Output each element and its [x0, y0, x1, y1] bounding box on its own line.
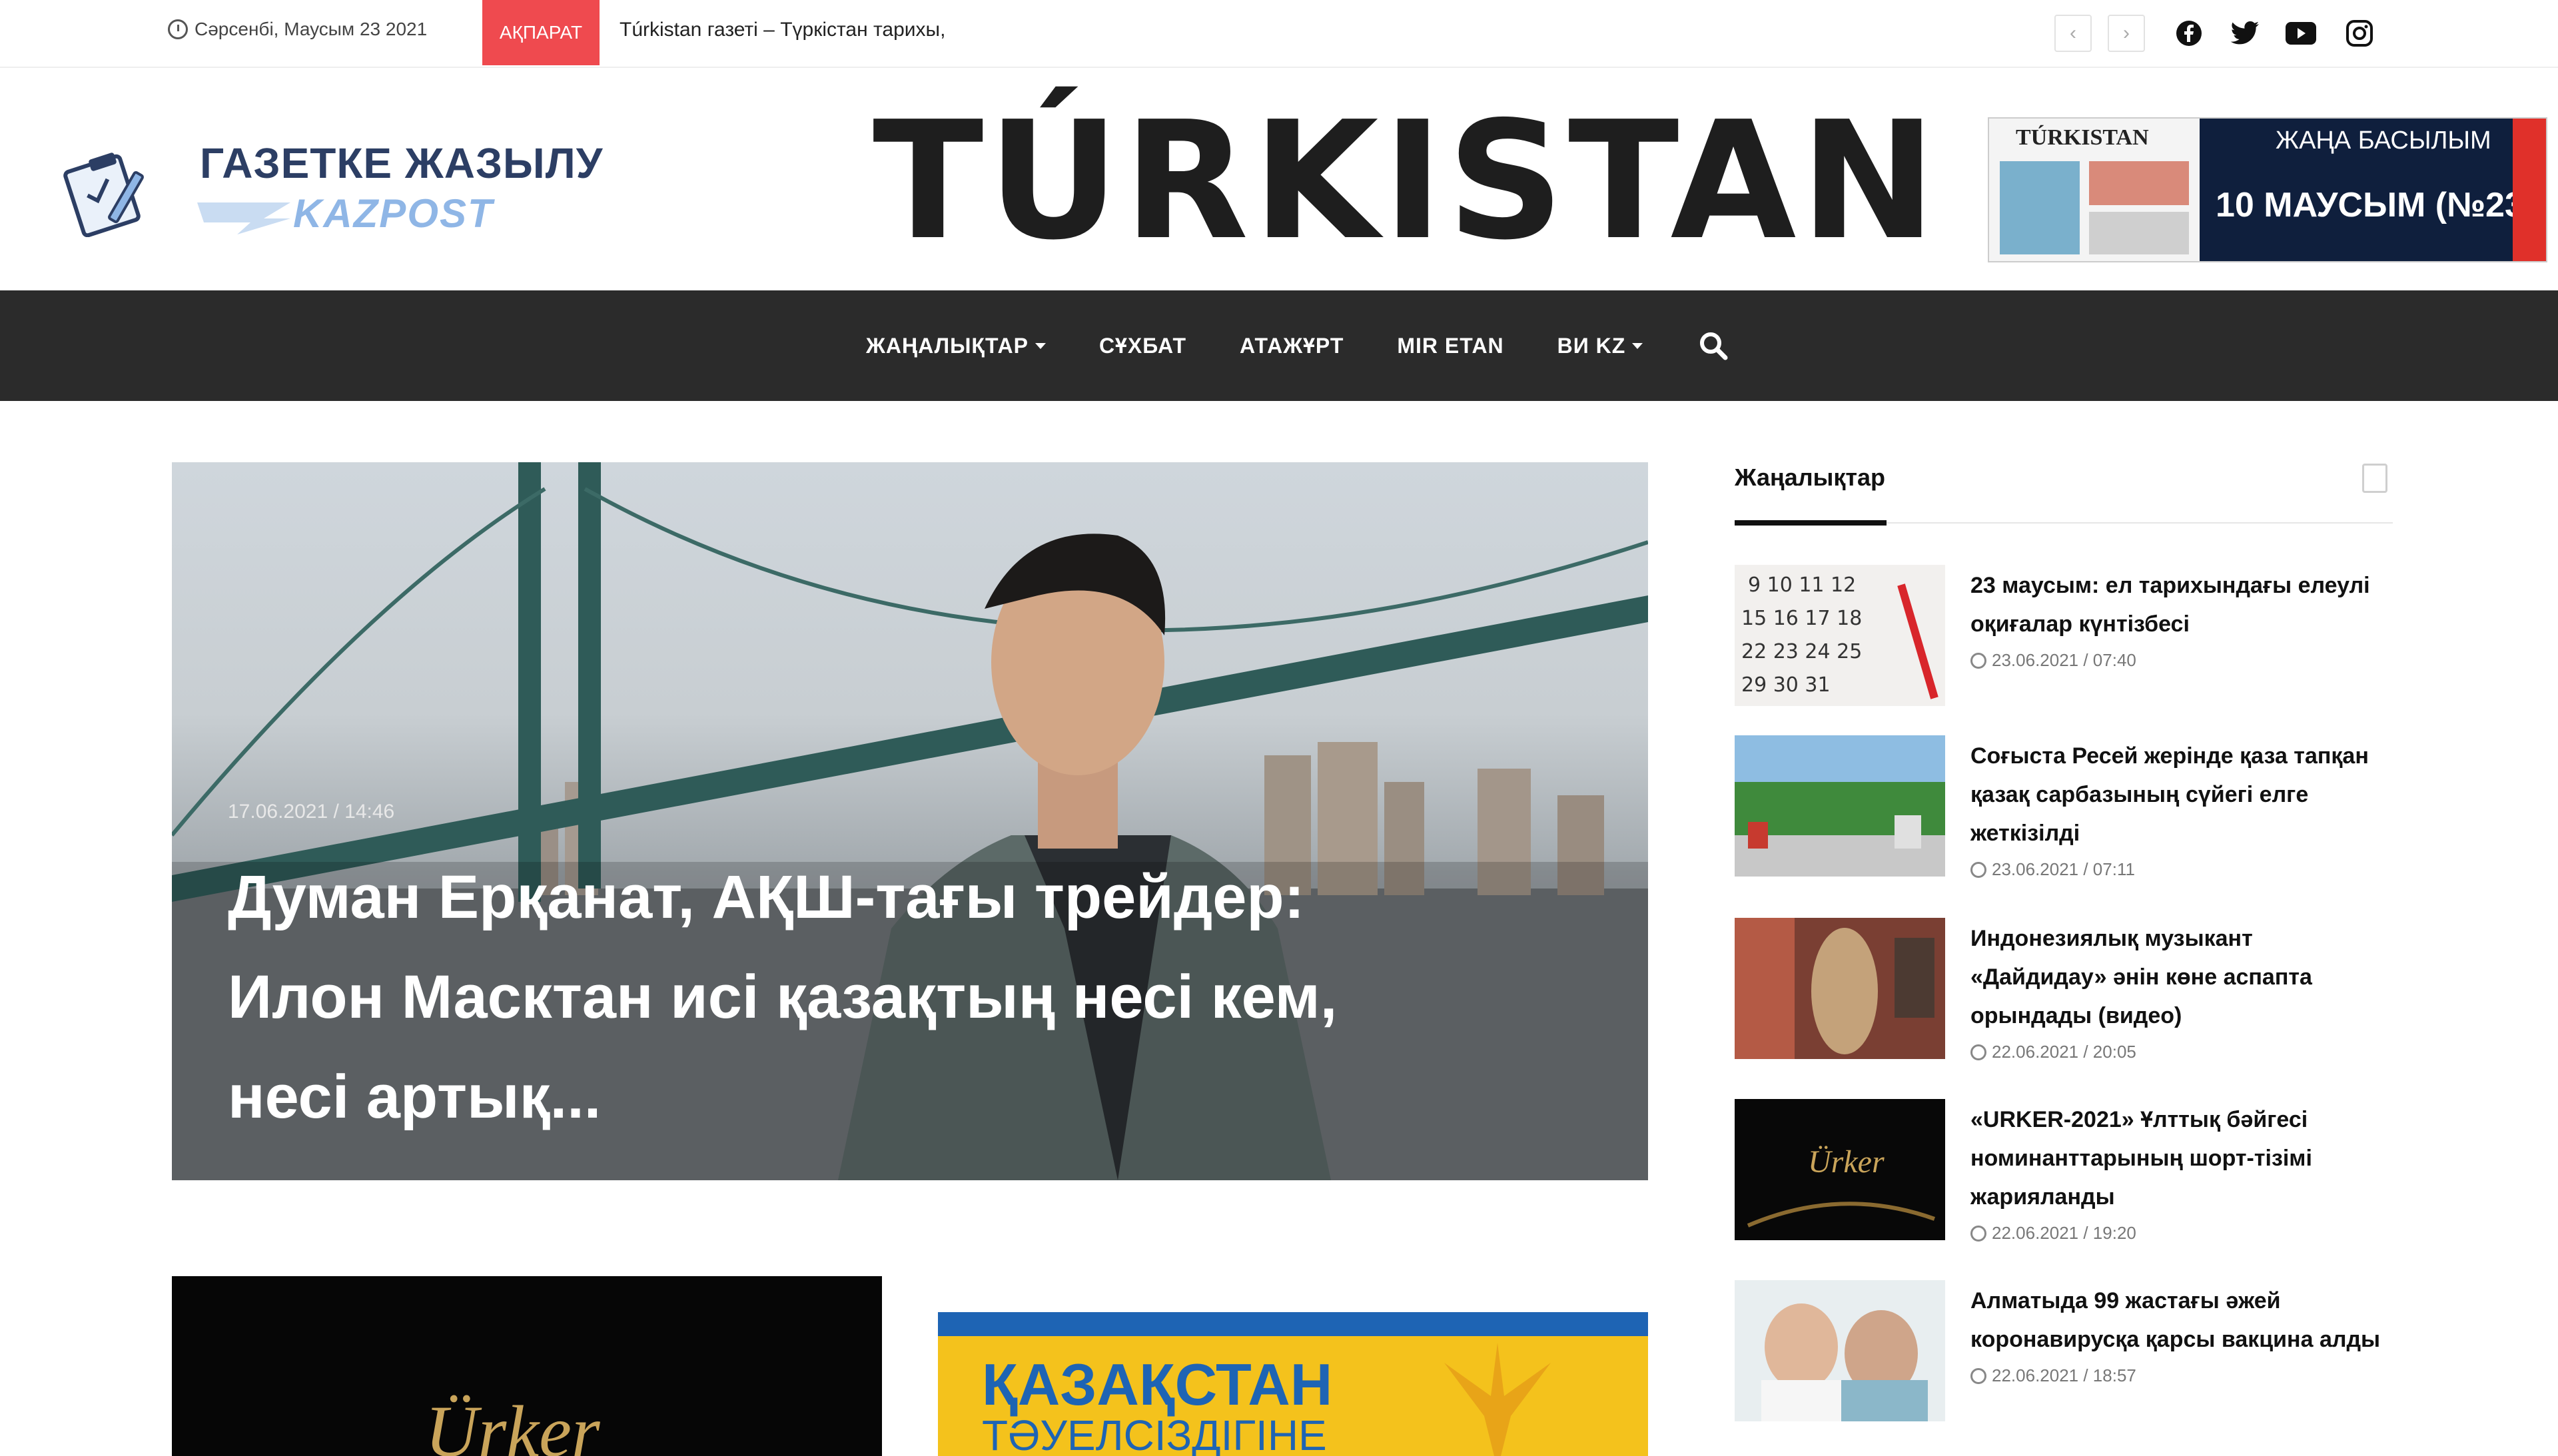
sidebar-heading-underline — [1735, 520, 1887, 526]
news-thumbnail: 9 10 11 12 15 16 17 18 22 23 24 25 29 30 31 — [1735, 565, 1945, 706]
news-date-text: 23.06.2021 / 07:40 — [1992, 650, 2136, 670]
news-thumbnail: Ürker — [1735, 1099, 1945, 1240]
youtube-icon[interactable] — [2285, 17, 2317, 49]
independence-banner-subtitle: ТӘУЕЛСІЗДІГІНЕ — [982, 1411, 1327, 1456]
clock-icon — [1970, 1225, 1986, 1242]
chevron-left-icon[interactable]: ‹ — [2054, 15, 2092, 52]
urker-card[interactable]: Ürker — [172, 1276, 882, 1456]
news-title[interactable]: Алматыда 99 жастағы әжей коронавирусқа қ… — [1970, 1281, 2390, 1359]
promo-new-issue-label: ЖАҢА БАСЫЛЫМ — [2276, 127, 2491, 155]
clock-icon — [168, 19, 188, 39]
current-date: Сәрсенбі, Маусым 23 2021 — [168, 19, 427, 40]
independence-banner-band — [938, 1312, 1648, 1336]
nav-item-label: СҰХБАТ — [1098, 333, 1187, 358]
featured-article-title[interactable]: Думан Ерқанат, АҚШ-тағы трейдер: Илон Ма… — [228, 847, 1427, 1147]
kazpost-wing-icon — [197, 202, 290, 234]
nav-item-label: ЖАҢАЛЫҚТАР — [866, 333, 1029, 358]
list-item[interactable]: Алматыда 99 жастағы әжей коронавирусқа қ… — [1735, 1280, 2393, 1427]
search-icon[interactable] — [1696, 328, 1731, 363]
nav-item-atazhurt[interactable]: АТАЖҰРТ — [1240, 334, 1344, 358]
clock-icon — [1970, 1044, 1986, 1060]
featured-article[interactable]: 17.06.2021 / 14:46 Думан Ерқанат, АҚШ-та… — [172, 462, 1648, 1180]
top-bar: Сәрсенбі, Маусым 23 2021 АҚПАРАТ Túrkist… — [0, 0, 2558, 68]
newspaper-promo[interactable]: TÚRKISTAN ЖАҢА БАСЫЛЫМ 10 МАУСЫМ (№23) — [1988, 117, 2547, 262]
sidebar-heading[interactable]: Жаңалықтар — [1735, 464, 1885, 492]
main-navigation: ЖАҢАЛЫҚТАР СҰХБАТ АТАЖҰРТ MIR ETAN ВИ KZ — [0, 290, 2558, 401]
featured-article-date: 17.06.2021 / 14:46 — [228, 801, 395, 823]
facebook-icon[interactable] — [2173, 17, 2205, 49]
rss-icon[interactable] — [2362, 464, 2387, 493]
site-logo[interactable]: TÚRKISTAN — [873, 100, 1936, 262]
svg-text:Ürker: Ürker — [1808, 1144, 1885, 1180]
chevron-right-icon[interactable]: › — [2108, 15, 2145, 52]
news-ticker[interactable]: Túrkistan газеті – Түркістан тарихы, — [620, 19, 945, 41]
news-date-text: 23.06.2021 / 07:11 — [1992, 859, 2135, 879]
list-item[interactable]: Индонезиялық музыкант «Дайдидау» әнін кө… — [1735, 918, 2393, 1064]
chevron-down-icon — [1632, 342, 1643, 349]
independence-banner-title: ҚАЗАҚСТАН — [982, 1351, 1333, 1417]
urker-card-logo: Ürker — [425, 1391, 600, 1456]
news-date-text: 22.06.2021 / 19:20 — [1992, 1223, 2136, 1243]
news-date: 22.06.2021 / 18:57 — [1970, 1365, 2136, 1386]
list-item[interactable]: Ürker «URKER-2021» Ұлттық бәйгесі номина… — [1735, 1099, 2393, 1246]
independence-banner[interactable]: ҚАЗАҚСТАН ТӘУЕЛСІЗДІГІНЕ — [938, 1312, 1648, 1456]
news-date: 22.06.2021 / 19:20 — [1970, 1223, 2136, 1244]
clock-icon — [1970, 1367, 1986, 1384]
nav-item-label: ВИ KZ — [1557, 333, 1626, 358]
kazpost-brand[interactable]: KAZPOST — [293, 190, 494, 236]
nav-item-label: MIR ETAN — [1397, 333, 1504, 358]
subscribe-title[interactable]: ГАЗЕТКЕ ЖАЗЫЛУ — [200, 139, 603, 188]
news-thumbnail — [1735, 918, 1945, 1059]
svg-text:22 23 24 25: 22 23 24 25 — [1741, 640, 1862, 663]
subscription-clipboard-icon[interactable] — [60, 144, 160, 238]
nav-item-mir-etan[interactable]: MIR ETAN — [1397, 334, 1503, 358]
svg-text:9 10 11 12: 9 10 11 12 — [1748, 573, 1856, 597]
clock-icon — [1970, 861, 1986, 878]
news-title[interactable]: «URKER-2021» Ұлттық бәйгесі номинанттары… — [1970, 1100, 2390, 1216]
news-date-text: 22.06.2021 / 18:57 — [1992, 1365, 2136, 1385]
news-date: 23.06.2021 / 07:40 — [1970, 650, 2136, 671]
nav-item-news[interactable]: ЖАҢАЛЫҚТАР — [866, 334, 1046, 358]
news-title[interactable]: 23 маусым: ел тарихындағы елеулі оқиғала… — [1970, 566, 2390, 643]
nav-item-vi-kz[interactable]: ВИ KZ — [1557, 334, 1643, 358]
breaking-news-label: АҚПАРАТ — [482, 0, 600, 65]
current-date-text: Сәрсенбі, Маусым 23 2021 — [195, 19, 428, 39]
news-date: 23.06.2021 / 07:11 — [1970, 859, 2135, 880]
twitter-icon[interactable] — [2229, 17, 2261, 49]
list-item[interactable]: 9 10 11 12 15 16 17 18 22 23 24 25 29 30 31… — [1735, 565, 2393, 711]
news-title[interactable]: Соғыста Ресей жерінде қаза тапқан қазақ … — [1970, 737, 2390, 853]
nav-item-label: АТАЖҰРТ — [1240, 333, 1344, 358]
instagram-icon[interactable] — [2344, 17, 2375, 49]
promo-issue-date: 10 МАУСЫМ (№23) — [2216, 186, 2536, 224]
news-thumbnail — [1735, 1280, 1945, 1421]
news-thumbnail — [1735, 735, 1945, 877]
list-item[interactable]: Соғыста Ресей жерінде қаза тапқан қазақ … — [1735, 735, 2393, 882]
clock-icon — [1970, 652, 1986, 669]
news-date-text: 22.06.2021 / 20:05 — [1992, 1042, 2136, 1062]
golden-eagle-icon — [1444, 1343, 1551, 1456]
news-title[interactable]: Индонезиялық музыкант «Дайдидау» әнін кө… — [1970, 919, 2390, 1035]
news-date: 22.06.2021 / 20:05 — [1970, 1042, 2136, 1062]
newspaper-cover-title: TÚRKISTAN — [2016, 125, 2149, 150]
nav-item-interview[interactable]: СҰХБАТ — [1099, 334, 1186, 358]
chevron-down-icon — [1035, 342, 1046, 349]
promo-accent-bar — [2513, 119, 2546, 261]
newspaper-cover-thumbnail: TÚRKISTAN — [1989, 119, 2200, 261]
svg-text:15 16 17 18: 15 16 17 18 — [1741, 607, 1862, 630]
svg-text:29 30 31: 29 30 31 — [1741, 673, 1831, 697]
